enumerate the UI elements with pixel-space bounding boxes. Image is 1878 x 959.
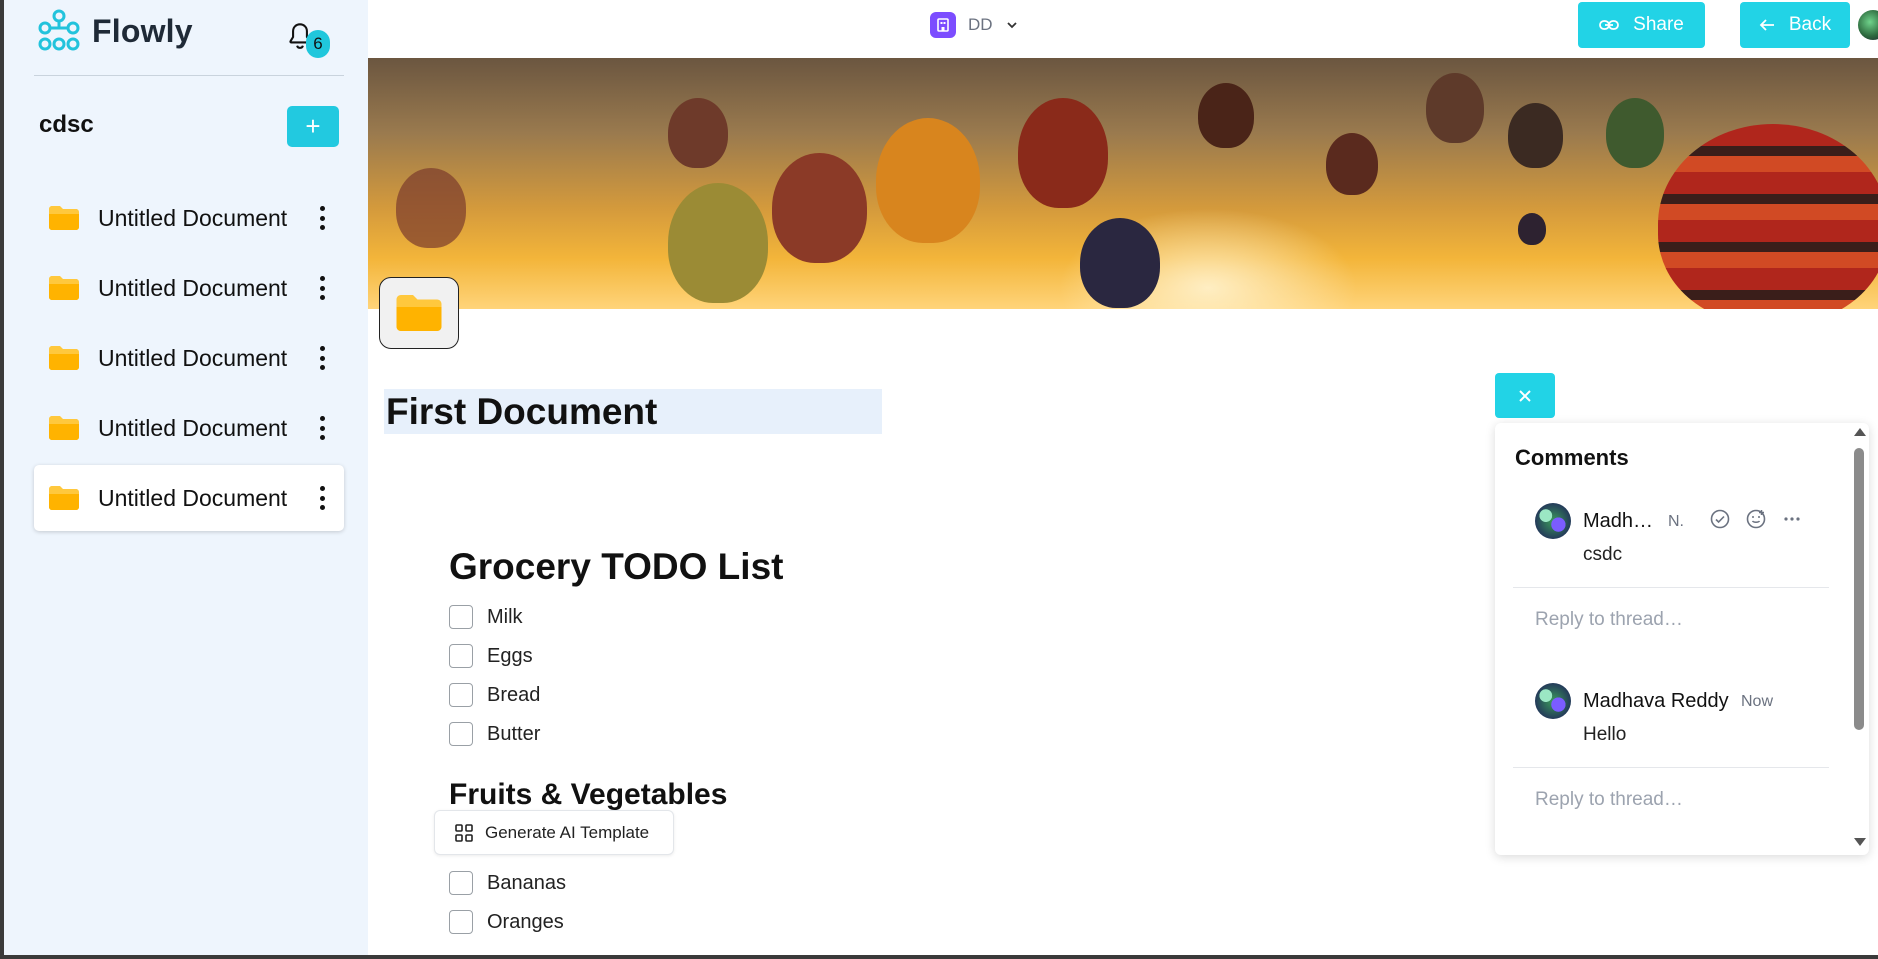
heading-grocery[interactable]: Grocery TODO List [449, 546, 783, 588]
folder-icon [49, 276, 79, 300]
comments-title: Comments [1515, 445, 1629, 470]
workspace-label: DD [968, 15, 993, 34]
generate-ai-template-button[interactable]: Generate AI Template [434, 810, 674, 855]
todo-checkbox[interactable] [449, 722, 473, 746]
document-list: Untitled Document Untitled Document Unti… [34, 185, 344, 535]
chevron-down-icon [1006, 22, 1017, 29]
todo-checkbox[interactable] [449, 871, 473, 895]
back-label: Back [1788, 14, 1832, 35]
notification-badge: 6 [306, 30, 330, 58]
todo-item[interactable]: Butter [449, 722, 540, 746]
workspace-switcher[interactable]: DD [930, 12, 1019, 38]
folder-icon [49, 346, 79, 370]
todo-checkbox[interactable] [449, 910, 473, 934]
sidebar-item-label: Untitled Document [98, 484, 288, 511]
todo-checkbox[interactable] [449, 605, 473, 629]
todo-item[interactable]: Milk [449, 605, 523, 629]
folder-icon [49, 206, 79, 230]
sidebar-item-label: Untitled Document [98, 344, 288, 371]
workspace-name: cdsc [39, 111, 94, 138]
todo-checkbox[interactable] [449, 644, 473, 668]
workspace-logo-icon [930, 12, 956, 38]
emoji-add-icon[interactable] [1745, 508, 1767, 530]
comment-body: csdc [1583, 544, 1623, 565]
todo-item[interactable]: Bread [449, 683, 540, 707]
comment-author: Madhava Reddy [1583, 690, 1729, 712]
page-icon-button[interactable] [379, 277, 459, 349]
comment-actions [1709, 508, 1803, 530]
scrollbar-thumb[interactable] [1854, 448, 1864, 730]
todo-item[interactable]: Oranges [449, 910, 564, 934]
resolve-check-icon[interactable] [1709, 508, 1731, 530]
flowly-logo-icon [38, 9, 80, 51]
more-options-icon[interactable] [318, 486, 326, 510]
comment-time: Now [1741, 693, 1774, 710]
cover-image [368, 58, 1878, 309]
generate-ai-label: Generate AI Template [485, 822, 650, 842]
folder-icon [396, 295, 442, 331]
folder-icon [49, 486, 79, 510]
todo-item[interactable]: Bananas [449, 871, 566, 895]
notifications-button[interactable]: 6 [286, 20, 330, 60]
todo-label: Butter [487, 722, 541, 745]
more-options-icon[interactable] [318, 416, 326, 440]
user-avatar[interactable] [1858, 10, 1878, 40]
todo-label: Eggs [487, 644, 533, 667]
comment-divider [1513, 767, 1829, 768]
sidebar-item-document-active[interactable]: Untitled Document [34, 465, 344, 531]
sidebar-divider [34, 75, 344, 76]
top-bar: DD Share Back [368, 0, 1878, 58]
sidebar-item-label: Untitled Document [98, 204, 288, 231]
scroll-up-arrow-icon[interactable] [1854, 428, 1866, 436]
sidebar: Flowly 6 cdsc + Untitled Document Untitl… [4, 0, 368, 955]
comment-body: Hello [1583, 724, 1627, 745]
grid-icon [455, 823, 473, 842]
todo-label: Oranges [487, 910, 564, 933]
brand[interactable]: Flowly [36, 8, 193, 54]
comment-time: N. [1668, 513, 1684, 530]
todo-label: Bread [487, 683, 541, 706]
heading-fruits-vegetables[interactable]: Fruits & Vegetables [449, 778, 727, 812]
plus-icon: + [305, 111, 321, 141]
comment-divider [1513, 587, 1829, 588]
comments-panel: Comments Madh… N. csdc Reply to thread… … [1495, 423, 1869, 855]
todo-label: Bananas [487, 871, 566, 894]
comment-author: Madh… [1583, 510, 1654, 532]
sidebar-item-label: Untitled Document [98, 414, 288, 441]
sidebar-item-label: Untitled Document [98, 274, 288, 301]
sidebar-item-document[interactable]: Untitled Document [34, 255, 344, 321]
todo-item[interactable]: Eggs [449, 644, 533, 668]
share-button[interactable]: Share [1578, 2, 1705, 48]
more-options-icon[interactable] [318, 276, 326, 300]
app-name: Flowly [92, 12, 193, 49]
more-horizontal-icon[interactable] [1781, 508, 1803, 530]
avatar [1535, 683, 1571, 719]
close-icon [1519, 389, 1531, 402]
scroll-down-arrow-icon[interactable] [1854, 838, 1866, 846]
reply-input[interactable]: Reply to thread… [1535, 789, 1683, 811]
add-document-button[interactable]: + [287, 106, 339, 147]
todo-checkbox[interactable] [449, 683, 473, 707]
arrow-left-icon [1759, 19, 1774, 31]
close-comments-button[interactable] [1495, 373, 1555, 418]
more-options-icon[interactable] [318, 206, 326, 230]
reply-input[interactable]: Reply to thread… [1535, 609, 1683, 631]
sidebar-item-document[interactable]: Untitled Document [34, 325, 344, 391]
avatar [1535, 503, 1571, 539]
more-options-icon[interactable] [318, 346, 326, 370]
back-button[interactable]: Back [1740, 2, 1850, 48]
share-label: Share [1633, 14, 1684, 35]
sidebar-item-document[interactable]: Untitled Document [34, 185, 344, 251]
link-icon [1599, 20, 1620, 30]
sidebar-item-document[interactable]: Untitled Document [34, 395, 344, 461]
document-title[interactable]: First Document [384, 389, 882, 434]
todo-label: Milk [487, 605, 523, 628]
folder-icon [49, 416, 79, 440]
